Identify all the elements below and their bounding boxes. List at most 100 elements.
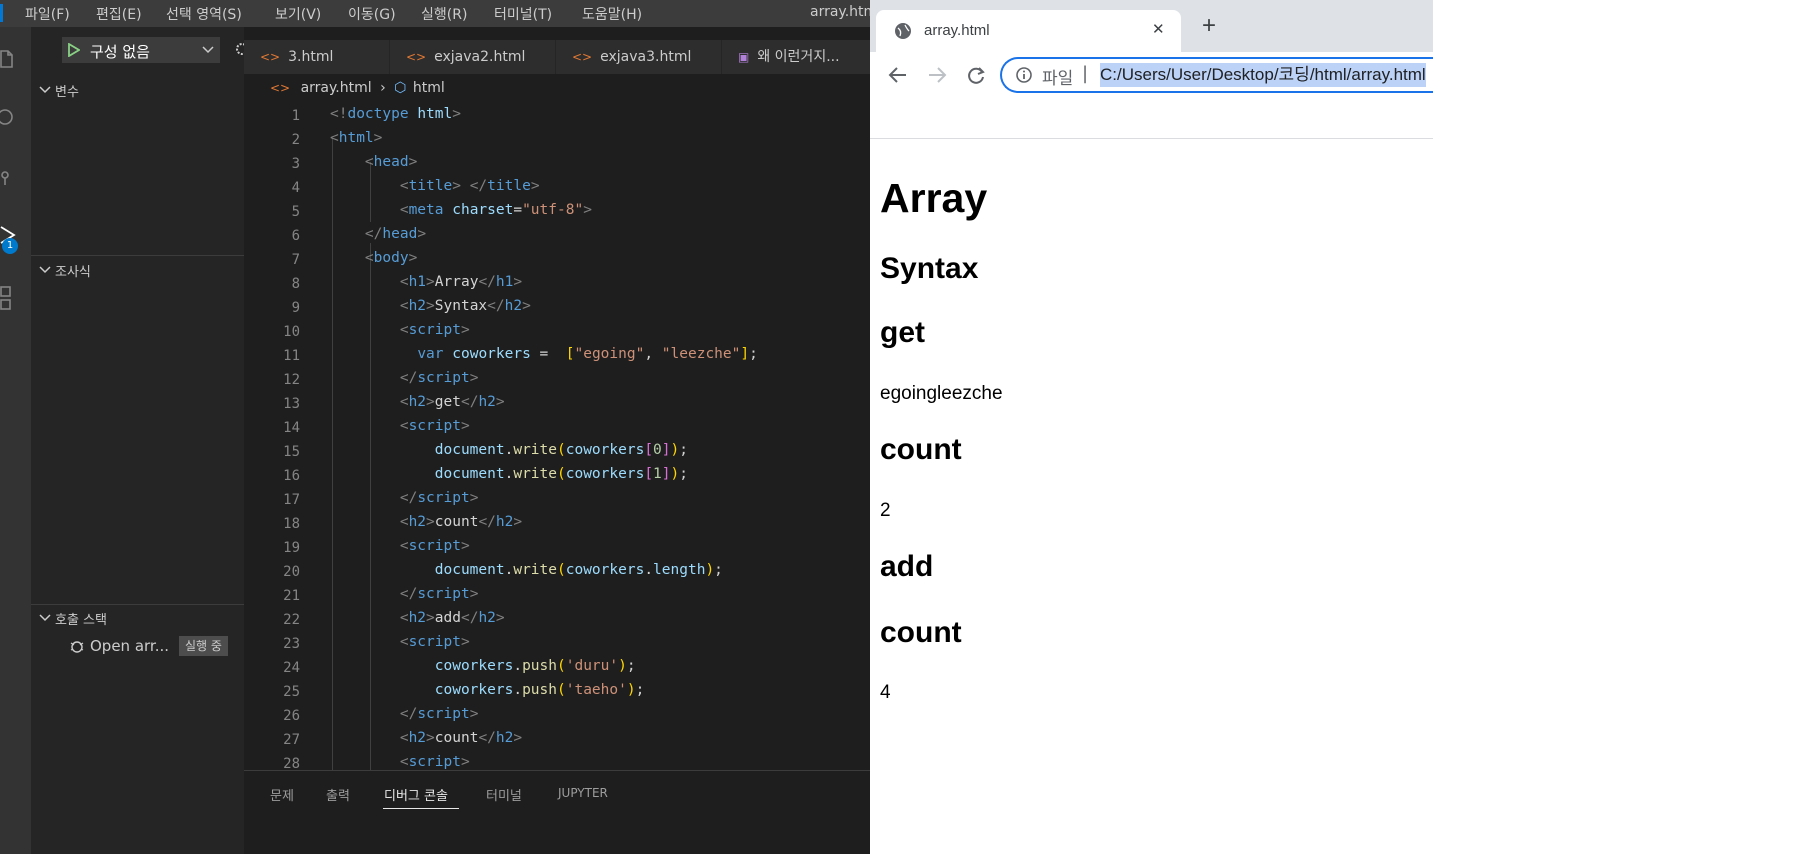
close-icon[interactable]: ✕ [1152, 20, 1165, 38]
code-line: <meta charset="utf-8"> [399, 202, 592, 218]
breadcrumb: <> array.html › ⬡ html [244, 74, 870, 102]
play-icon[interactable] [68, 43, 80, 57]
bottom-panel: 문제 출력 디버그 콘솔 터미널 JUPYTER [244, 770, 870, 854]
bug-icon [70, 641, 84, 653]
run-config-label: 구성 없음 [90, 43, 150, 61]
tab-output[interactable]: 출력 [326, 785, 350, 804]
code-line: <h2>count</h2> [399, 730, 523, 746]
line-number: 15 [283, 444, 300, 460]
line-number: 13 [283, 396, 300, 412]
chevron-down-icon [39, 614, 51, 622]
page-heading-add: add [880, 550, 934, 583]
reload-icon[interactable] [967, 66, 987, 84]
code-line: coworkers.push('duru'); [434, 658, 636, 674]
code-line: </script> [399, 706, 479, 722]
globe-icon [895, 23, 911, 39]
callstack-item[interactable]: Open arr... 실행 중 [31, 634, 244, 658]
code-line: </head> [364, 226, 427, 242]
debug-sidebar: 구성 없음 변수 조사식 호출 스택 Open arr... 실행 중 [31, 27, 248, 854]
run-config-select[interactable]: 구성 없음 [62, 37, 220, 63]
menu-terminal[interactable]: 터미널(T) [494, 4, 552, 24]
html-file-icon: <> [270, 81, 291, 95]
breadcrumb-file[interactable]: array.html [301, 80, 372, 96]
menu-file[interactable]: 파일(F) [25, 4, 70, 24]
code-line: coworkers.push('taeho'); [434, 682, 645, 698]
back-icon[interactable] [888, 66, 908, 84]
code-line: </script> [399, 370, 479, 386]
explorer-icon[interactable] [0, 47, 18, 69]
tab-label: 왜 이런거지... [757, 49, 840, 65]
line-number: 3 [291, 156, 300, 172]
code-line: <head> [364, 154, 418, 170]
code-line: <html> [330, 130, 383, 146]
code-line: <h2>count</h2> [399, 514, 523, 530]
status-badge: 실행 중 [179, 636, 228, 656]
code-line: <h2>add</h2> [399, 610, 505, 626]
page-heading-get: get [880, 316, 925, 349]
code-line: <body> [364, 250, 418, 266]
menu-view[interactable]: 보기(V) [275, 4, 321, 24]
code-line: document.write(coworkers[1]); [434, 466, 688, 482]
page-heading-count: count [880, 616, 962, 649]
active-tab-indicator [383, 808, 459, 809]
tab-problems[interactable]: 문제 [270, 785, 294, 804]
tab-preview[interactable]: ▣ 왜 이런거지... [722, 40, 870, 74]
code-line: <h2>Syntax</h2> [399, 298, 531, 314]
new-tab-button[interactable]: + [1202, 12, 1216, 40]
extensions-icon[interactable] [0, 285, 18, 315]
tab-label: exjava3.html [600, 49, 692, 65]
line-number: 6 [291, 228, 300, 244]
line-number: 17 [283, 492, 300, 508]
page-heading-count: count [880, 433, 962, 466]
chrome-toolbar-area: array.html ✕ + 파일 | C:/Users/User/Deskto… [870, 0, 1433, 139]
menu-help[interactable]: 도움말(H) [582, 4, 642, 24]
tab-terminal[interactable]: 터미널 [486, 785, 522, 804]
chevron-down-icon [202, 46, 214, 54]
source-control-icon[interactable] [0, 167, 18, 189]
line-number: 20 [283, 564, 300, 580]
breadcrumb-symbol[interactable]: html [413, 80, 445, 96]
code-editor[interactable]: 1 2 3 4 5 6 7 8 9 10 11 12 13 14 15 16 17 18 19 20 21 22 23 24 2… [244, 102, 870, 770]
info-icon[interactable] [1016, 67, 1032, 83]
code-line: <title> </title> [399, 178, 540, 194]
address-text[interactable]: C:/Users/User/Desktop/코딩/html/array.html [1100, 63, 1426, 87]
code-line: <h2>get</h2> [399, 394, 505, 410]
code-line: var coworkers = ["egoing", "leezche"]; [417, 346, 758, 362]
menu-go[interactable]: 이동(G) [348, 4, 396, 24]
code-line: <script> [399, 754, 470, 770]
menu-bar: 파일(F) 편집(E) 선택 영역(S) 보기(V) 이동(G) 실행(R) 터… [0, 0, 870, 27]
code-line: <!doctype html> [330, 106, 461, 122]
page-content: Array Syntax get egoingleezche count 2 a… [870, 139, 1433, 854]
tab-exjava3-html[interactable]: <> exjava3.html [556, 40, 722, 74]
menu-run[interactable]: 실행(R) [421, 4, 467, 24]
line-number: 16 [283, 468, 300, 484]
line-number: 28 [283, 756, 300, 770]
variables-title: 변수 [55, 85, 79, 100]
address-bar[interactable]: 파일 | C:/Users/User/Desktop/코딩/html/array… [1000, 57, 1433, 93]
menu-edit[interactable]: 편집(E) [96, 4, 142, 24]
line-number: 5 [291, 204, 300, 220]
page-heading-syntax: Syntax [880, 252, 979, 285]
section-divider [31, 604, 244, 605]
line-number: 25 [283, 684, 300, 700]
html-file-icon: <> [260, 50, 281, 64]
tab-exjava2-html[interactable]: <> exjava2.html [390, 40, 556, 74]
tab-label: 3.html [288, 49, 334, 65]
tab-debug-console[interactable]: 디버그 콘솔 [384, 785, 448, 804]
tab-3-html[interactable]: <> 3.html [244, 40, 390, 74]
line-number: 11 [283, 348, 300, 364]
code-line: </script> [399, 586, 479, 602]
tab-jupyter[interactable]: JUPYTER [558, 786, 608, 800]
menu-selection[interactable]: 선택 영역(S) [166, 4, 242, 24]
chrome-window: array.html ✕ + 파일 | C:/Users/User/Deskto… [870, 0, 1433, 854]
line-number: 27 [283, 732, 300, 748]
forward-icon[interactable] [927, 66, 947, 84]
page-heading-array: Array [880, 175, 988, 221]
callstack-title: 호출 스택 [55, 613, 107, 628]
code-line: <script> [399, 322, 470, 338]
search-icon[interactable] [0, 107, 18, 129]
chevron-down-icon [39, 266, 51, 274]
tab-title: array.html [924, 22, 990, 39]
line-number: 22 [283, 612, 300, 628]
browser-tab[interactable]: array.html ✕ [876, 10, 1181, 52]
